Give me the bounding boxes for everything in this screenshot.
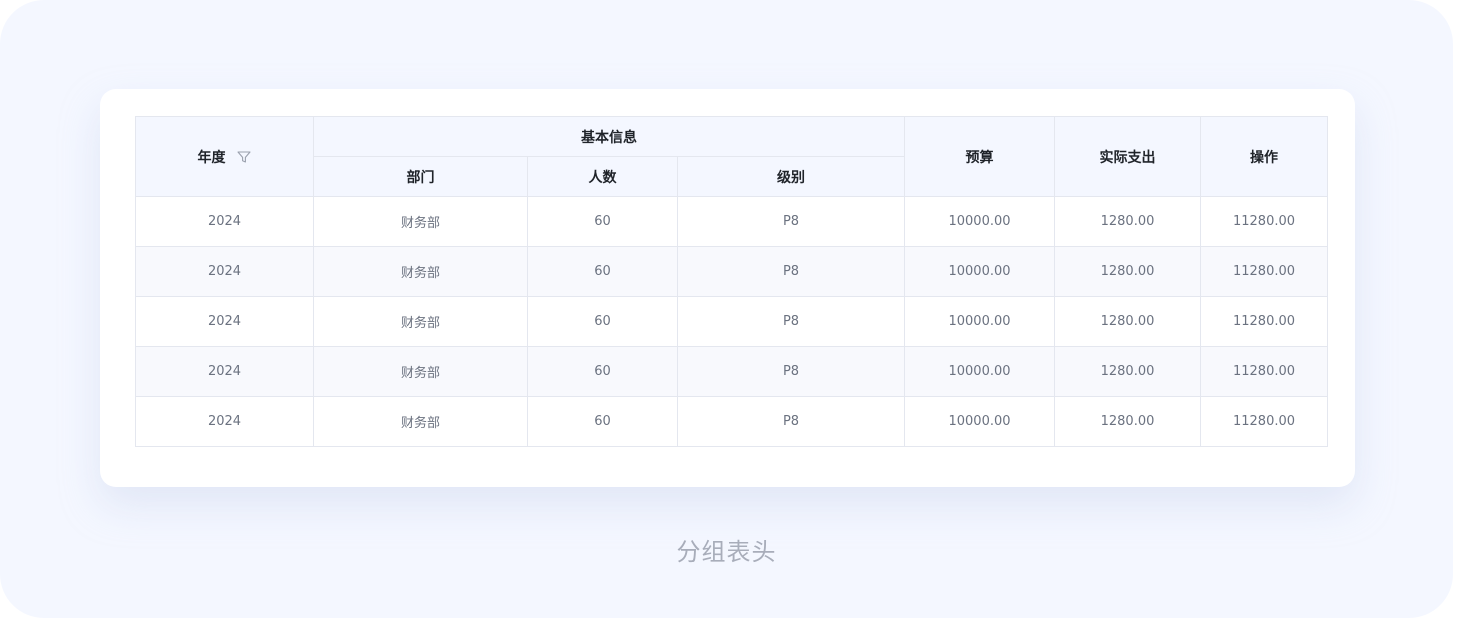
cell-action: 11280.00 (1200, 346, 1328, 397)
cell-year: 2024 (135, 346, 314, 397)
cell-dept: 财务部 (313, 396, 528, 447)
grouped-header-table: 年度 基本信息 预算 实际支出 操作 部门 人数 级别 2024 财务部 60 (135, 116, 1328, 447)
cell-actual-expense: 1280.00 (1054, 196, 1201, 247)
cell-budget: 10000.00 (904, 246, 1055, 297)
cell-action: 11280.00 (1200, 396, 1328, 447)
table-row[interactable]: 2024 财务部 60 P8 10000.00 1280.00 11280.00 (135, 246, 1328, 297)
cell-budget: 10000.00 (904, 396, 1055, 447)
cell-count: 60 (527, 296, 678, 347)
cell-action: 11280.00 (1200, 246, 1328, 297)
column-header-count[interactable]: 人数 (527, 156, 678, 197)
table-row[interactable]: 2024 财务部 60 P8 10000.00 1280.00 11280.00 (135, 346, 1328, 397)
column-header-actual-expense[interactable]: 实际支出 (1054, 116, 1201, 197)
cell-budget: 10000.00 (904, 346, 1055, 397)
cell-dept: 财务部 (313, 346, 528, 397)
cell-level: P8 (677, 396, 905, 447)
cell-count: 60 (527, 346, 678, 397)
table-row[interactable]: 2024 财务部 60 P8 10000.00 1280.00 11280.00 (135, 296, 1328, 347)
table-row[interactable]: 2024 财务部 60 P8 10000.00 1280.00 11280.00 (135, 396, 1328, 447)
cell-budget: 10000.00 (904, 196, 1055, 247)
cell-action: 11280.00 (1200, 196, 1328, 247)
table-row[interactable]: 2024 财务部 60 P8 10000.00 1280.00 11280.00 (135, 196, 1328, 247)
cell-level: P8 (677, 246, 905, 297)
column-group-basic-info: 基本信息 (313, 116, 905, 157)
cell-dept: 财务部 (313, 296, 528, 347)
cell-year: 2024 (135, 296, 314, 347)
cell-count: 60 (527, 196, 678, 247)
cell-year: 2024 (135, 396, 314, 447)
cell-count: 60 (527, 246, 678, 297)
column-header-year[interactable]: 年度 (135, 116, 314, 197)
cell-dept: 财务部 (313, 246, 528, 297)
cell-actual-expense: 1280.00 (1054, 396, 1201, 447)
cell-dept: 财务部 (313, 196, 528, 247)
cell-actual-expense: 1280.00 (1054, 346, 1201, 397)
column-header-dept[interactable]: 部门 (313, 156, 528, 197)
cell-actual-expense: 1280.00 (1054, 296, 1201, 347)
cell-level: P8 (677, 346, 905, 397)
column-header-action[interactable]: 操作 (1200, 116, 1328, 197)
column-header-budget[interactable]: 预算 (904, 116, 1055, 197)
page-caption: 分组表头 (676, 538, 777, 566)
table-card: 年度 基本信息 预算 实际支出 操作 部门 人数 级别 2024 财务部 60 (100, 89, 1355, 487)
cell-year: 2024 (135, 246, 314, 297)
cell-actual-expense: 1280.00 (1054, 246, 1201, 297)
cell-count: 60 (527, 396, 678, 447)
page-frame: 年度 基本信息 预算 实际支出 操作 部门 人数 级别 2024 财务部 60 (0, 0, 1453, 618)
cell-year: 2024 (135, 196, 314, 247)
cell-action: 11280.00 (1200, 296, 1328, 347)
cell-level: P8 (677, 296, 905, 347)
filter-icon[interactable] (236, 149, 252, 165)
cell-level: P8 (677, 196, 905, 247)
column-header-level[interactable]: 级别 (677, 156, 905, 197)
cell-budget: 10000.00 (904, 296, 1055, 347)
column-header-year-label: 年度 (197, 149, 226, 166)
